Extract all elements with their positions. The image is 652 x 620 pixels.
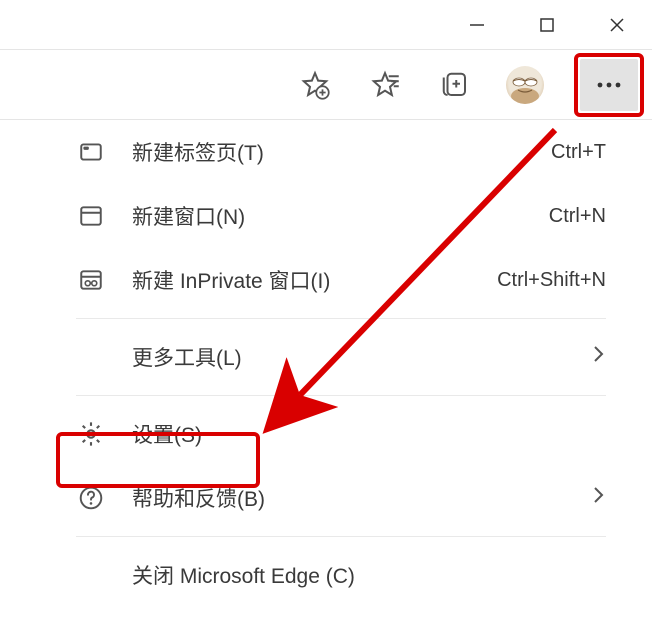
collections-button[interactable] bbox=[434, 64, 476, 106]
more-button-highlight bbox=[574, 53, 644, 117]
menu-new-inprivate-label: 新建 InPrivate 窗口(I) bbox=[132, 265, 497, 295]
close-button[interactable] bbox=[582, 0, 652, 50]
menu-new-tab[interactable]: 新建标签页(T) Ctrl+T bbox=[50, 120, 632, 184]
title-bar bbox=[0, 0, 652, 50]
app-menu: 新建标签页(T) Ctrl+T 新建窗口(N) Ctrl+N 新建 InPriv… bbox=[50, 120, 632, 607]
menu-new-tab-label: 新建标签页(T) bbox=[132, 137, 551, 167]
menu-close-edge-label: 关闭 Microsoft Edge (C) bbox=[132, 560, 606, 590]
more-button[interactable] bbox=[580, 59, 638, 111]
favorites-icon bbox=[370, 70, 400, 100]
collections-icon bbox=[440, 70, 470, 100]
new-tab-icon bbox=[76, 137, 106, 167]
menu-new-inprivate[interactable]: 新建 InPrivate 窗口(I) Ctrl+Shift+N bbox=[50, 248, 632, 312]
menu-new-window-shortcut: Ctrl+N bbox=[549, 205, 606, 228]
menu-help[interactable]: 帮助和反馈(B) bbox=[50, 466, 632, 530]
more-icon bbox=[596, 81, 622, 89]
menu-separator bbox=[76, 536, 606, 537]
maximize-icon bbox=[539, 17, 555, 33]
menu-new-window-label: 新建窗口(N) bbox=[132, 201, 549, 231]
help-icon bbox=[76, 483, 106, 513]
minimize-icon bbox=[468, 16, 486, 34]
menu-new-window[interactable]: 新建窗口(N) Ctrl+N bbox=[50, 184, 632, 248]
new-window-icon bbox=[76, 201, 106, 231]
minimize-button[interactable] bbox=[442, 0, 512, 50]
favorites-button[interactable] bbox=[364, 64, 406, 106]
gear-icon bbox=[76, 419, 106, 449]
menu-settings[interactable]: 设置(S) bbox=[50, 402, 632, 466]
menu-close-edge[interactable]: 关闭 Microsoft Edge (C) bbox=[50, 543, 632, 607]
menu-more-tools-label: 更多工具(L) bbox=[132, 342, 592, 372]
menu-more-tools[interactable]: 更多工具(L) bbox=[50, 325, 632, 389]
avatar-icon bbox=[506, 66, 544, 104]
maximize-button[interactable] bbox=[512, 0, 582, 50]
menu-new-inprivate-shortcut: Ctrl+Shift+N bbox=[497, 269, 606, 292]
menu-settings-label: 设置(S) bbox=[132, 419, 606, 449]
menu-help-label: 帮助和反馈(B) bbox=[132, 483, 592, 513]
toolbar bbox=[0, 50, 652, 120]
star-plus-icon bbox=[300, 70, 330, 100]
inprivate-icon bbox=[76, 265, 106, 295]
profile-button[interactable] bbox=[504, 64, 546, 106]
chevron-right-icon bbox=[592, 484, 606, 512]
window-frame: 新建标签页(T) Ctrl+T 新建窗口(N) Ctrl+N 新建 InPriv… bbox=[0, 0, 652, 620]
chevron-right-icon bbox=[592, 343, 606, 371]
close-icon bbox=[608, 16, 626, 34]
add-favorite-button[interactable] bbox=[294, 64, 336, 106]
menu-separator bbox=[76, 318, 606, 319]
menu-new-tab-shortcut: Ctrl+T bbox=[551, 141, 606, 164]
menu-separator bbox=[76, 395, 606, 396]
